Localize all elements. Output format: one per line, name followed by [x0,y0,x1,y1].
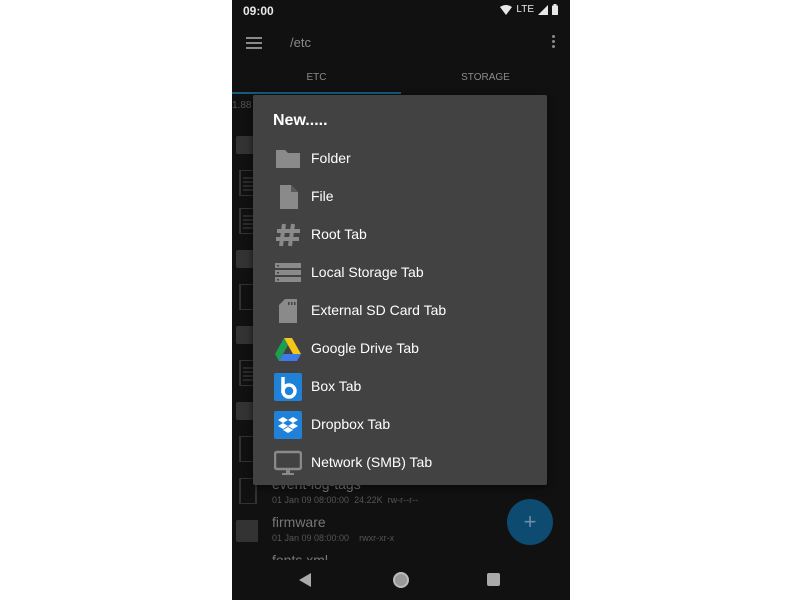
menu-item-label: File [311,188,334,204]
add-fab-button[interactable]: + [507,499,553,545]
hamburger-menu-icon[interactable] [246,37,262,49]
monitor-icon [274,450,302,475]
hash-icon [276,223,300,247]
status-time: 09:00 [243,4,274,18]
current-path: /etc [290,35,311,50]
menu-item-external-sd-card-tab[interactable]: External SD Card Tab [253,290,547,328]
folder-icon [276,150,300,168]
menu-item-file[interactable]: File [253,176,547,214]
menu-item-folder[interactable]: Folder [253,138,547,176]
new-dialog: New..... Folder File Root Tab Local Stor… [253,95,547,485]
tab-storage[interactable]: STORAGE [401,72,570,83]
more-options-icon[interactable] [552,35,556,50]
tab-bar: ETC STORAGE [232,64,570,94]
menu-item-label: External SD Card Tab [311,302,447,318]
menu-item-label: Dropbox Tab [311,416,391,432]
network-type: LTE [516,4,534,15]
tab-etc[interactable]: ETC [232,72,401,83]
file-meta: 01 Jan 09 08:00:00 rwxr-xr-x [272,533,395,543]
battery-icon [552,4,558,15]
home-icon[interactable] [393,572,409,588]
menu-item-label: Folder [311,150,351,166]
menu-item-root-tab[interactable]: Root Tab [253,214,547,252]
file-name: firmware [272,514,326,530]
sd-card-icon [279,299,297,323]
navigation-bar [232,560,570,600]
status-bar: 09:00 LTE [232,0,570,24]
menu-item-box-tab[interactable]: Box Tab [253,366,547,404]
menu-item-label: Google Drive Tab [311,340,419,356]
signal-icon [538,4,548,15]
menu-item-network-smb-tab[interactable]: Network (SMB) Tab [253,442,547,480]
menu-item-google-drive-tab[interactable]: Google Drive Tab [253,328,547,366]
file-icon [280,185,298,209]
box-icon [274,373,302,401]
menu-item-label: Network (SMB) Tab [311,454,433,470]
tab-indicator [232,92,401,94]
menu-item-label: Local Storage Tab [311,264,424,280]
folder-icon [236,520,258,542]
file-meta: 01 Jan 09 08:00:00 24.22K rw-r--r-- [272,495,419,505]
recents-icon[interactable] [487,573,500,586]
menu-item-label: Root Tab [311,226,367,242]
status-icons: LTE [500,4,558,15]
google-drive-icon [275,338,301,361]
wifi-icon [500,4,513,15]
size-hint: 1.88 [232,100,252,111]
storage-icon [275,263,301,282]
menu-item-dropbox-tab[interactable]: Dropbox Tab [253,404,547,442]
menu-item-local-storage-tab[interactable]: Local Storage Tab [253,252,547,290]
menu-item-label: Box Tab [311,378,362,394]
app-bar: /etc [232,24,570,64]
phone-screen: 09:00 LTE /etc ETC STORAGE 1.88 event-lo… [232,0,570,600]
dialog-title: New..... [273,112,328,129]
dropbox-icon [274,411,302,439]
back-icon[interactable] [299,573,311,587]
